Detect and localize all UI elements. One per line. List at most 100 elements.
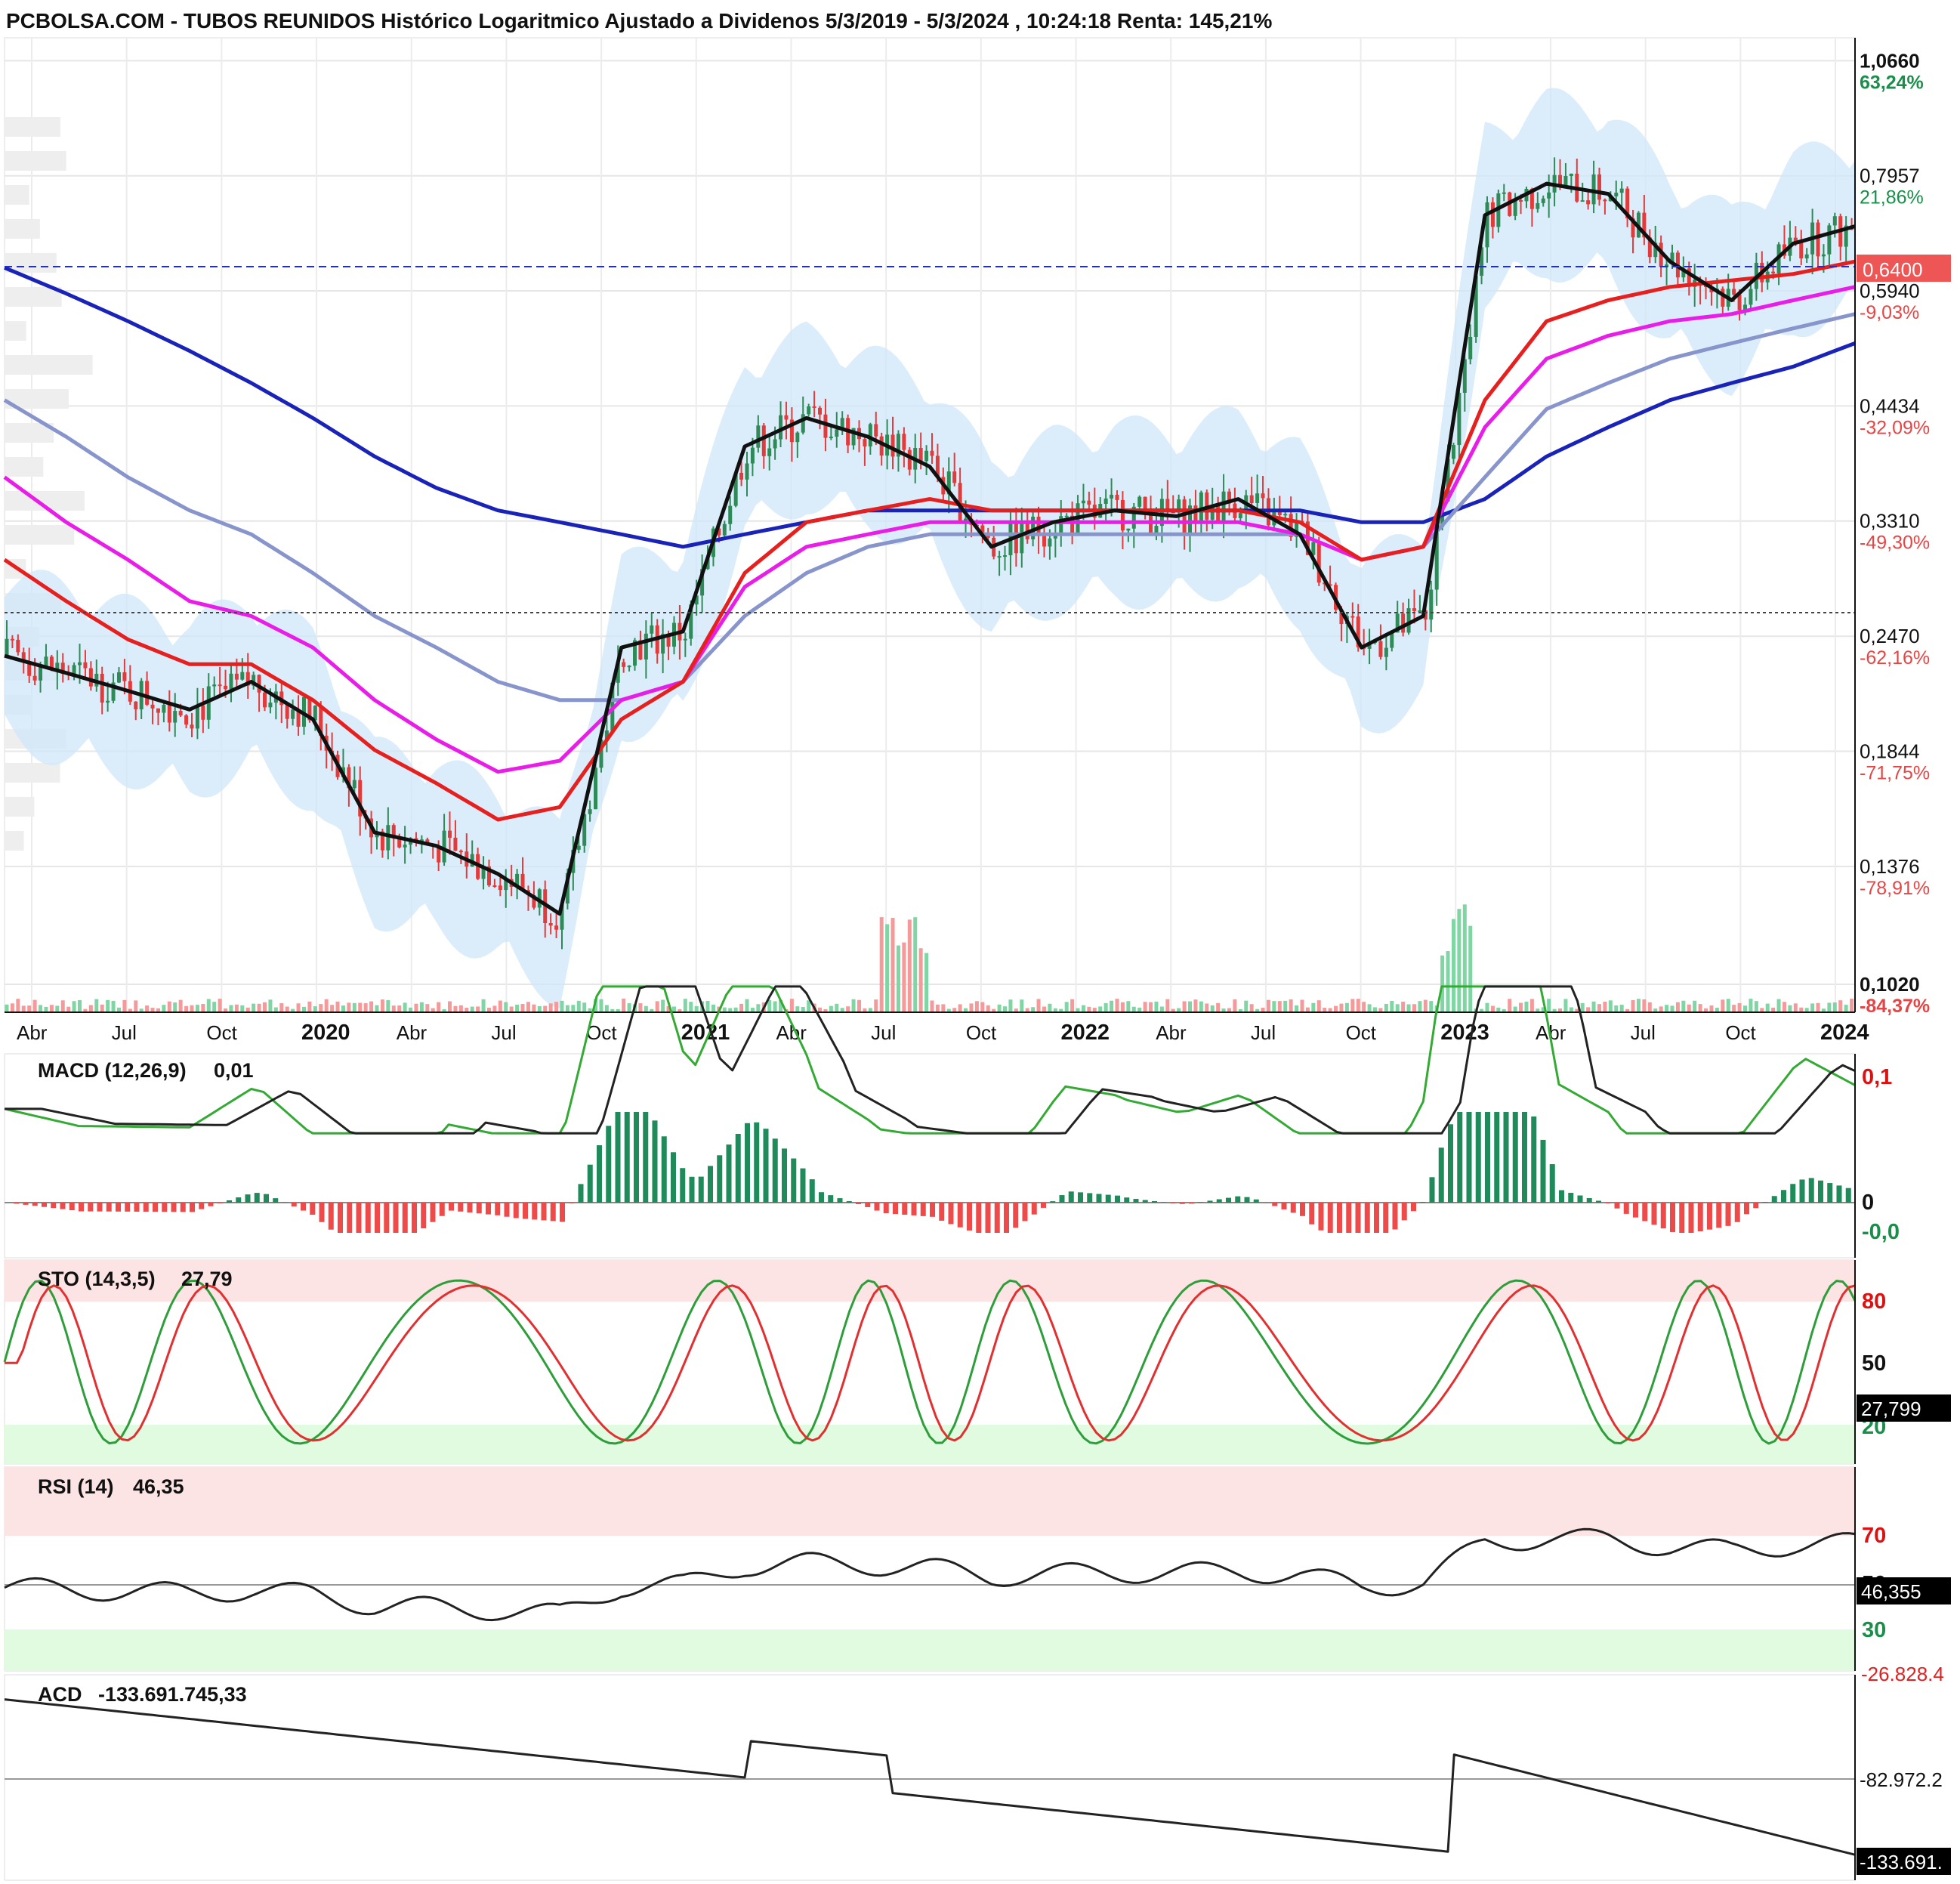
macd-hist-bar-158 (1466, 1112, 1472, 1203)
candle-body-222 (1249, 495, 1254, 503)
macd-hist-bar-144 (1337, 1203, 1342, 1233)
volume-bar-210 (1182, 1001, 1187, 1012)
macd-hist-bar-36 (338, 1203, 343, 1233)
candle-body-1 (10, 638, 14, 641)
macd-hist-bar-77 (717, 1155, 723, 1203)
volume-bar-8 (49, 1005, 54, 1012)
volume-bar-79 (448, 1001, 452, 1012)
volume-bar-227 (1277, 1001, 1282, 1012)
macd-hist-bar-48 (449, 1203, 454, 1211)
candle-body-160 (902, 434, 906, 450)
macd-hist-bar-148 (1374, 1203, 1379, 1233)
macd-hist-bar-189 (1753, 1203, 1759, 1209)
macd-hist-bar-167 (1549, 1164, 1555, 1203)
candle-body-39 (224, 685, 228, 690)
volume-bar-196 (1103, 1002, 1108, 1012)
volume-bar-198 (1115, 999, 1119, 1012)
candle-body-324 (1821, 254, 1826, 257)
volume-bar-147 (829, 1005, 833, 1012)
candle-body-26 (150, 704, 155, 709)
macd-hist-bar-163 (1512, 1112, 1518, 1203)
volume-bar-272 (1529, 999, 1534, 1012)
candle-body-71 (403, 845, 407, 848)
macd-hist-bar-152 (1411, 1203, 1416, 1212)
volume-bar-314 (1765, 1003, 1770, 1012)
macd-hist-bar-127 (1179, 1203, 1185, 1204)
price-tick-5: 0,2470 (1860, 625, 1920, 647)
macd-hist-bar-10 (97, 1203, 103, 1212)
candle-body-129 (728, 505, 733, 524)
volume-bar-170 (958, 1004, 962, 1012)
macd-hist-bar-94 (874, 1203, 880, 1211)
volume-bar-116 (655, 1001, 659, 1012)
volume-bar-323 (1816, 1002, 1820, 1012)
candle-body-279 (1569, 173, 1573, 176)
volume-bar-67 (380, 999, 384, 1012)
candle-body-323 (1816, 222, 1820, 257)
volume-bar-190 (1070, 999, 1075, 1012)
macd-hist-bar-117 (1087, 1193, 1093, 1203)
candle-body-202 (1137, 496, 1142, 507)
time-tick-3: 2020 (301, 1021, 350, 1045)
volume-bar-230 (1295, 1005, 1299, 1012)
volume-bar-253 (1423, 999, 1428, 1012)
candle-body-80 (453, 837, 458, 851)
volume-bar-16 (94, 999, 99, 1012)
macd-hist-bar-143 (1327, 1203, 1333, 1233)
volume-profile-bar-7 (5, 355, 93, 375)
volume-bar-166 (935, 1004, 940, 1012)
time-tick-5: Jul (491, 1021, 516, 1044)
volume-bar-216 (1216, 1002, 1221, 1012)
price-tick-1: 0,7957 (1860, 165, 1920, 187)
acd-label: ACD (38, 1683, 82, 1706)
macd-hist-bar-115 (1068, 1191, 1074, 1203)
macd-hist-bar-80 (745, 1123, 750, 1203)
candle-body-79 (448, 830, 452, 838)
volume-bar-91 (515, 1004, 520, 1012)
macd-hist-bar-74 (689, 1176, 695, 1203)
macd-hist-bar-150 (1392, 1203, 1398, 1230)
volume-bar-64 (363, 1003, 368, 1012)
price-tick-6: 0,1844 (1860, 740, 1920, 762)
volume-bar-41 (234, 1004, 239, 1012)
volume-bar-73 (414, 1003, 418, 1012)
volume-bar-213 (1199, 1001, 1203, 1012)
volume-bar-214 (1205, 1003, 1209, 1012)
volume-bar-59 (335, 1001, 340, 1012)
volume-bar-211 (1188, 1001, 1193, 1012)
sto-last-value: 27,799 (1861, 1398, 1921, 1420)
volume-bar-29 (167, 1001, 171, 1012)
macd-hist-bar-28 (264, 1194, 269, 1203)
chart-stage: PCBOLSA.COM - TUBOS REUNIDOS Histórico L… (0, 0, 1960, 1884)
candle-body-32 (184, 715, 189, 725)
macd-hist-bar-92 (856, 1203, 861, 1205)
volume-bar-307 (1726, 999, 1730, 1012)
volume-profile-bar-3 (5, 219, 40, 239)
candle-body-269 (1513, 199, 1517, 216)
candle-body-144 (812, 406, 816, 408)
time-tick-14: Oct (1346, 1021, 1377, 1044)
time-tick-4: Abr (397, 1021, 427, 1044)
candle-body-251 (1412, 608, 1416, 611)
candle-body-199 (1120, 499, 1125, 531)
volume-bar-173 (974, 1001, 979, 1012)
macd-hist-bar-55 (513, 1203, 519, 1218)
volume-bar-254 (1429, 1001, 1434, 1012)
time-tick-15: 2023 (1440, 1021, 1489, 1045)
volume-bar-225 (1266, 999, 1270, 1012)
macd-hist-bar-138 (1281, 1203, 1287, 1209)
candle-body-47 (268, 703, 273, 708)
macd-hist-bar-104 (967, 1203, 972, 1231)
volume-bar-157 (885, 924, 890, 1012)
volume-bar-288 (1619, 1005, 1624, 1012)
macd-hist-bar-27 (254, 1193, 260, 1203)
volume-bar-7 (44, 1006, 48, 1012)
macd-hist-bar-87 (809, 1179, 815, 1203)
volume-bar-309 (1737, 1002, 1742, 1012)
volume-bar-260 (1462, 904, 1467, 1012)
macd-hist-bar-190 (1762, 1202, 1768, 1203)
volume-bar-178 (1003, 1006, 1008, 1012)
volume-bar-158 (890, 918, 895, 1012)
macd-hist-bar-155 (1438, 1147, 1444, 1203)
sto-tick-80: 80 (1862, 1289, 1886, 1314)
